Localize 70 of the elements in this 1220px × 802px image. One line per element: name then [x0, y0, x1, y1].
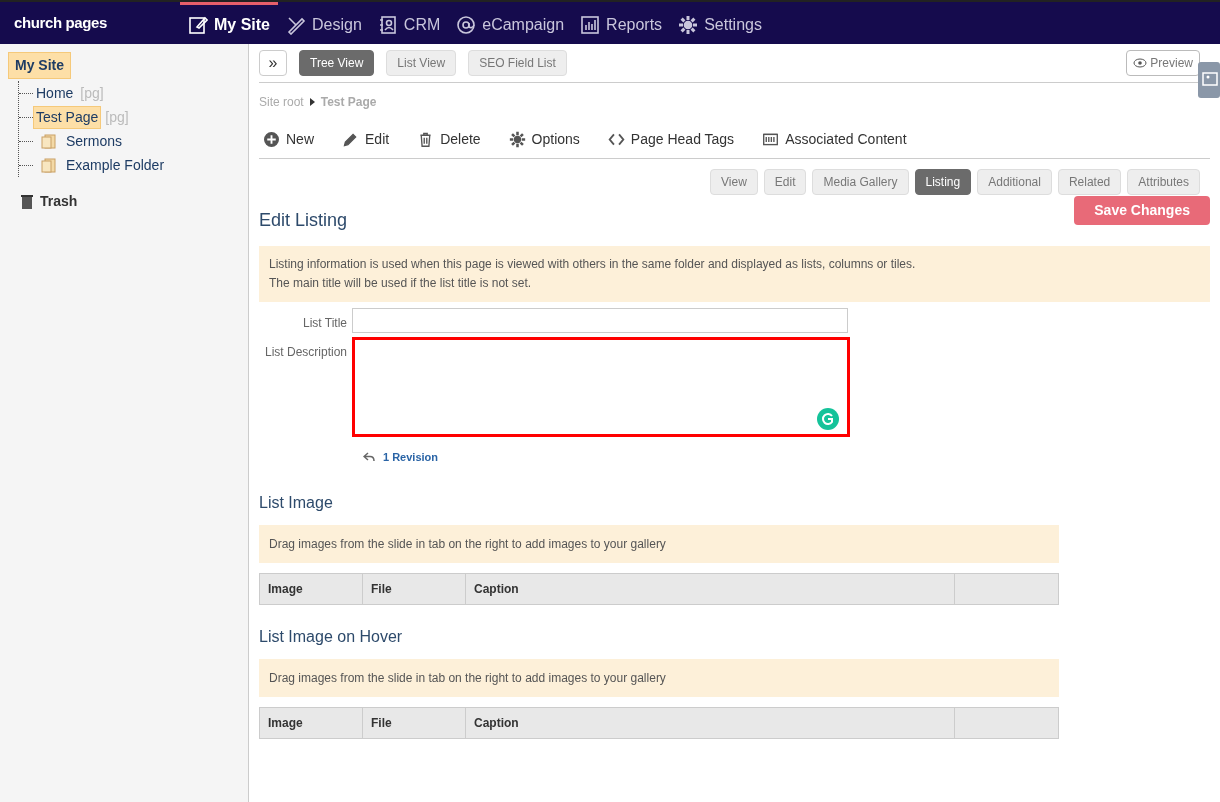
section-tab[interactable]: Attributes: [1127, 169, 1200, 195]
at-sign-icon: [456, 14, 477, 35]
reply-arrow-icon: [363, 452, 375, 463]
preview-button[interactable]: Preview: [1126, 50, 1200, 76]
toolbar-button[interactable]: Associated Content: [762, 129, 907, 150]
settings-icon: [508, 131, 526, 148]
toolbar-button[interactable]: Options: [508, 129, 580, 150]
page-type-label: [pg]: [80, 83, 104, 103]
column-header: File: [363, 574, 466, 605]
nav-tab[interactable]: CRM: [369, 2, 449, 44]
info-text: Listing information is used when this page is viewed with others in the same folder and displayed as lists, columns or tiles.: [269, 256, 917, 273]
pencil-ruler-icon: [286, 14, 306, 35]
info-text: The main title will be used if the list title is not set.: [269, 275, 533, 292]
nav-tab[interactable]: Design: [278, 2, 370, 44]
section-heading: List Image on Hover: [259, 627, 404, 648]
eye-icon: [1133, 58, 1148, 68]
tree-item[interactable]: Test Page: [33, 105, 102, 129]
edit-icon: [188, 14, 208, 35]
toolbar-button[interactable]: Edit: [342, 129, 390, 150]
column-header: Caption: [466, 708, 955, 739]
toolbar-button[interactable]: Delete: [417, 129, 481, 150]
toolbar-button[interactable]: New: [263, 129, 314, 150]
column-header: Image: [260, 708, 363, 739]
section-tab[interactable]: Additional: [977, 169, 1052, 195]
toolbar-button[interactable]: Page Head Tags: [607, 129, 735, 150]
image-icon[interactable]: [1198, 62, 1220, 98]
tree-item[interactable]: Sermons: [63, 129, 126, 153]
section-tab[interactable]: Listing: [914, 169, 972, 195]
folder-icon: [41, 157, 57, 173]
caret-right-icon: [309, 98, 315, 106]
settings-icon: [678, 14, 699, 35]
column-header: Caption: [466, 574, 955, 605]
bar-chart-icon: [580, 14, 601, 35]
trash-item[interactable]: Trash: [40, 191, 78, 212]
info-text: Drag images from the slide in tab on the right to add images to your gallery: [269, 536, 666, 554]
section-tab[interactable]: Related: [1057, 169, 1122, 195]
trash-can-icon: [20, 193, 34, 210]
display-mode-tab[interactable]: SEO Field List: [468, 50, 567, 76]
folder-icon: [41, 133, 57, 149]
tree-item[interactable]: Example Folder: [63, 153, 168, 177]
page-type-label: [pg]: [105, 107, 129, 127]
field-label: List Description: [263, 344, 347, 361]
display-mode-tab[interactable]: Tree View: [299, 50, 375, 76]
column-header: Image: [260, 574, 363, 605]
field-label: List Title: [302, 315, 347, 332]
display-mode-tab[interactable]: List View: [386, 50, 457, 76]
revision-link[interactable]: 1 Revision: [363, 449, 439, 466]
list-icon: [762, 131, 780, 148]
text-input[interactable]: [352, 308, 848, 333]
section-heading: List Image: [259, 493, 334, 514]
column-header: File: [363, 708, 466, 739]
plus-circle-icon: [263, 131, 280, 148]
tree-root-item[interactable]: My Site: [8, 52, 71, 79]
grammar-check-icon[interactable]: [817, 408, 839, 430]
breadcrumb-current: Test Page: [320, 94, 377, 111]
contacts-icon: [377, 14, 398, 35]
nav-tab[interactable]: Reports: [572, 2, 671, 44]
nav-tab[interactable]: eCampaign: [448, 2, 573, 44]
info-text: Drag images from the slide in tab on the right to add images to your gallery: [269, 670, 666, 688]
tree-item[interactable]: Home: [33, 81, 77, 105]
text-area[interactable]: [352, 337, 850, 437]
logo[interactable]: church pages: [14, 11, 108, 35]
section-tab[interactable]: View: [710, 169, 758, 195]
expand-button[interactable]: »: [259, 50, 287, 76]
code-brackets-icon: [607, 131, 625, 148]
nav-tab[interactable]: Settings: [670, 2, 770, 44]
section-tab[interactable]: Edit: [763, 169, 807, 195]
pencil-icon: [342, 131, 359, 148]
section-heading: Edit Listing: [259, 209, 348, 232]
section-tab[interactable]: Media Gallery: [812, 169, 909, 195]
